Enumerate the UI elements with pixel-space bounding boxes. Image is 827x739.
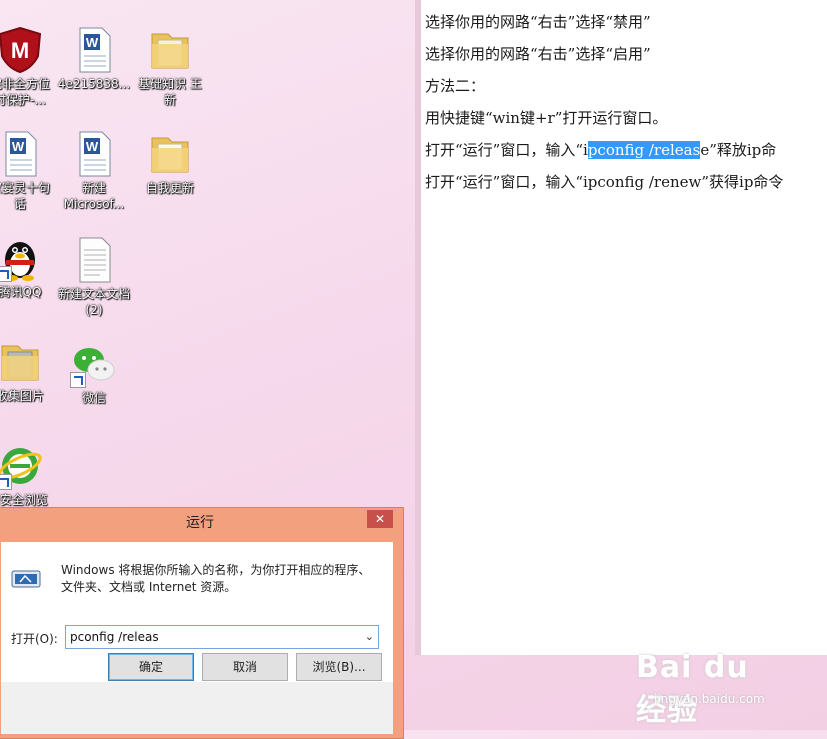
browse-button[interactable]: 浏览(B)... xyxy=(296,653,382,681)
desktop-icon-label: 4e215838... xyxy=(57,77,131,91)
desktop-icon-word-doc-1[interactable]: W 4e215838... xyxy=(54,26,134,92)
document-line: 选择你用的网路“右击”选择“禁用” xyxy=(425,13,651,31)
open-label: 打开(O): xyxy=(11,632,58,646)
desktop-icon-label: 收集图片 xyxy=(0,389,44,403)
document-line-with-selection: 打开“运行”窗口，输入“ipconfig /release”释放ip命 xyxy=(425,138,827,170)
document-text: 选择你用的网路“右击”选择“禁用” 选择你用的网路“右击”选择“启用” 方法二：… xyxy=(425,10,827,202)
document-line: 用快捷键“win键+r”打开运行窗口。 xyxy=(425,109,668,127)
desktop-icon-label: 完非全方位 时保护-... xyxy=(0,77,50,107)
svg-text:M: M xyxy=(11,38,29,63)
qq-penguin-icon xyxy=(0,234,44,282)
desktop-icon-label: 基础知识 王 新 xyxy=(138,77,202,107)
desktop-icon-label: 微信 xyxy=(81,391,106,405)
desktop-icon-label: 0安全浏览 xyxy=(0,493,48,507)
close-button[interactable]: ✕ xyxy=(367,510,393,528)
desktop-icon-word-doc-2[interactable]: W 家宴灵十句 话 xyxy=(0,130,60,212)
run-program-icon xyxy=(11,568,41,590)
baidu-watermark: Bai du 经验 jingyan.baidu.com xyxy=(636,636,786,728)
desktop-icon-text-doc[interactable]: 新建文本文档 (2) xyxy=(54,236,134,318)
chevron-down-icon[interactable]: ⌄ xyxy=(365,630,374,643)
line-text-before: 打开“运行”窗口，输入“i xyxy=(425,141,588,159)
svg-text:W: W xyxy=(86,35,99,50)
open-input[interactable] xyxy=(70,628,350,646)
desktop-icon-label: 新建文本文档 (2) xyxy=(57,287,130,317)
desktop-icon-browser[interactable]: 0安全浏览 xyxy=(0,442,60,508)
shortcut-arrow-icon xyxy=(0,474,12,490)
document-line: 方法二： xyxy=(425,77,486,95)
run-dialog: 运行 ✕ Windows 将根据你所输入的名称，为你打开相应的程序、文件夹、文档… xyxy=(0,507,404,739)
desktop-icon-antivirus[interactable]: M 完非全方位 时保护-... xyxy=(0,26,60,108)
line-text-after: e”释放ip命 xyxy=(700,141,777,159)
desktop-icon-qq[interactable]: 腾讯QQ xyxy=(0,234,60,300)
cancel-button[interactable]: 取消 xyxy=(202,653,288,681)
document-line: 打开“运行”窗口，输入“ipconfig /renew”获得ip命令 xyxy=(425,173,784,191)
wechat-icon xyxy=(70,340,118,388)
desktop-icon-folder-3[interactable]: 收集图片 xyxy=(0,338,60,404)
folder-icon xyxy=(0,338,44,386)
ok-button[interactable]: 确定 xyxy=(108,653,194,681)
desktop-icon-word-doc-3[interactable]: W 新建 Microsof... xyxy=(54,130,134,212)
word-document-icon: W xyxy=(70,130,118,178)
text-document-icon xyxy=(70,236,118,284)
desktop-icon-label: 家宴灵十句 话 xyxy=(0,181,50,211)
svg-text:W: W xyxy=(12,139,25,154)
shortcut-arrow-icon xyxy=(0,266,12,282)
watermark-url: jingyan.baidu.com xyxy=(654,692,765,706)
dialog-description: Windows 将根据你所输入的名称，为你打开相应的程序、文件夹、文档或 Int… xyxy=(61,563,371,594)
folder-icon xyxy=(146,130,194,178)
folder-icon xyxy=(146,26,194,74)
word-document-icon: W xyxy=(0,130,44,178)
document-line: 选择你用的网路“右击”选择“启用” xyxy=(425,45,651,63)
open-combobox[interactable]: ⌄ xyxy=(65,625,379,649)
word-document-icon: W xyxy=(70,26,118,74)
browser-e-icon xyxy=(0,442,44,490)
desktop-icon-label: 腾讯QQ xyxy=(0,285,42,299)
document-pane[interactable]: 选择你用的网路“右击”选择“禁用” 选择你用的网路“右击”选择“启用” 方法二：… xyxy=(415,0,827,655)
desktop-icon-folder-2[interactable]: 自我更新 xyxy=(130,130,210,196)
dialog-body: Windows 将根据你所输入的名称，为你打开相应的程序、文件夹、文档或 Int… xyxy=(1,542,393,734)
shortcut-arrow-icon xyxy=(70,372,86,388)
desktop-icon-label: 自我更新 xyxy=(145,181,194,195)
desktop-icon-wechat[interactable]: 微信 xyxy=(54,340,134,406)
selected-text[interactable]: pconfig /releas xyxy=(587,141,701,159)
watermark-brand: Bai du 经验 xyxy=(636,650,749,728)
svg-text:W: W xyxy=(86,139,99,154)
desktop-icon-folder-1[interactable]: 基础知识 王 新 xyxy=(130,26,210,108)
dialog-footer xyxy=(1,682,393,734)
dialog-title: 运行 xyxy=(186,515,214,531)
desktop-icon-label: 新建 Microsof... xyxy=(63,181,125,211)
antivirus-shield-icon: M xyxy=(0,26,44,74)
